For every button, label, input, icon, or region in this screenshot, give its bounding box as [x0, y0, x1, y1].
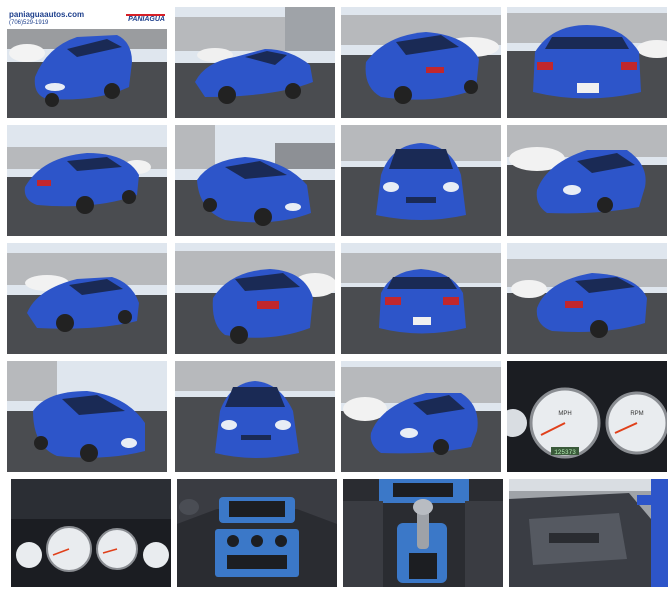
photo-front-left-low[interactable] [7, 361, 167, 472]
console-photo [177, 479, 337, 587]
car-photo [7, 361, 167, 472]
photo-center-console[interactable] [177, 479, 337, 587]
car-photo [507, 125, 667, 236]
photo-rear-right[interactable] [507, 243, 667, 354]
watermark-phone: (706)529-1919 [9, 19, 49, 26]
photo-front-right-angle[interactable] [341, 361, 501, 472]
car-photo [341, 243, 501, 354]
shifter-photo [343, 479, 503, 587]
gauge-photo [11, 479, 171, 587]
car-photo [175, 7, 335, 118]
photo-rear-left-close[interactable] [175, 243, 335, 354]
photo-front-right[interactable] [507, 125, 667, 236]
photo-gear-shifter[interactable] [343, 479, 503, 587]
car-photo [341, 125, 501, 236]
odometer-readout: 125373 [554, 449, 576, 456]
car-photo [175, 125, 335, 236]
tacho-unit-label: RPM [630, 411, 643, 417]
photo-rear-left[interactable] [341, 7, 501, 118]
car-photo [341, 361, 501, 472]
photo-instrument-cluster[interactable] [11, 479, 171, 587]
car-photo [7, 243, 167, 354]
car-photo [175, 243, 335, 354]
photo-instrument-cluster-close[interactable]: MPH RPM 125373 [507, 361, 667, 472]
door-photo [509, 479, 668, 587]
photo-front-center-close[interactable] [175, 361, 335, 472]
photo-front-left-lot[interactable]: paniaguaautos.com (706)529-1919 PANIAGUA [7, 7, 167, 118]
gauge-photo: MPH RPM 125373 [507, 361, 667, 472]
photo-front[interactable] [341, 125, 501, 236]
car-photo [175, 361, 335, 472]
speedo-unit-label: MPH [558, 411, 571, 417]
photo-rear-left-far[interactable] [7, 125, 167, 236]
photo-side-left-far[interactable] [7, 243, 167, 354]
car-photo [507, 243, 667, 354]
dealer-logo: PANIAGUA [126, 13, 165, 23]
photo-door-panel[interactable] [509, 479, 668, 587]
car-photo [341, 7, 501, 118]
car-photo [507, 7, 667, 118]
watermark-domain: paniaguaautos.com [9, 9, 85, 19]
photo-side-left[interactable] [175, 7, 335, 118]
photo-front-left-angle[interactable] [175, 125, 335, 236]
car-photo [7, 125, 167, 236]
photo-rear[interactable] [507, 7, 667, 118]
dealer-watermark: paniaguaautos.com (706)529-1919 PANIAGUA [7, 7, 167, 29]
photo-rear-center[interactable] [341, 243, 501, 354]
